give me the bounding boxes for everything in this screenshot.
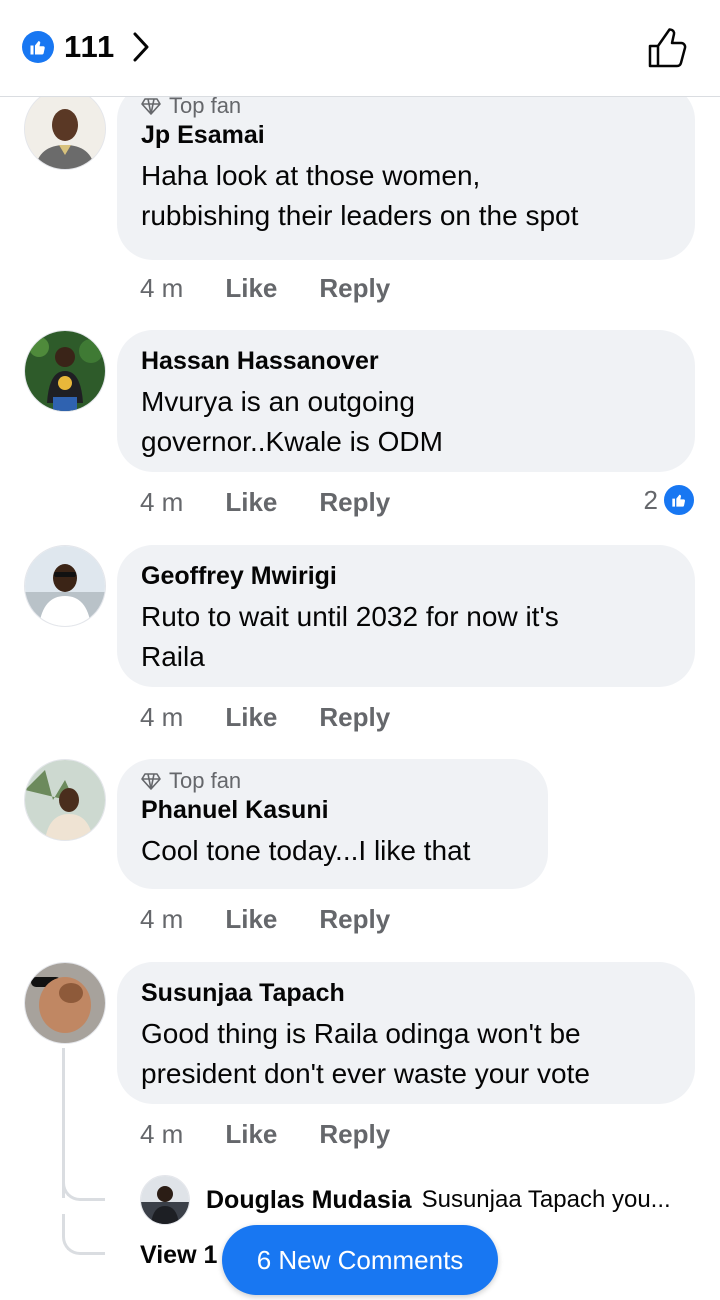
reply-author[interactable]: Douglas Mudasia <box>206 1186 412 1215</box>
comment-author[interactable]: Geoffrey Mwirigi <box>141 561 671 591</box>
avatar[interactable] <box>24 330 106 412</box>
comment-bubble[interactable]: Top fan Jp Esamai Haha look at those wom… <box>117 84 695 260</box>
view-more-replies[interactable]: View 1 <box>140 1241 217 1270</box>
avatar[interactable] <box>24 962 106 1044</box>
comment-text: Cool tone today...I like that <box>141 835 471 866</box>
reaction-count[interactable]: 2 <box>644 483 696 517</box>
comment-text: Ruto to wait until 2032 for now it's Rai… <box>141 601 559 672</box>
comment-actions: 4 m Like Reply <box>140 904 432 935</box>
reply-button[interactable]: Reply <box>319 904 390 935</box>
comment-bubble[interactable]: Geoffrey Mwirigi Ruto to wait until 2032… <box>117 545 695 687</box>
diamond-icon <box>141 98 161 115</box>
comment-actions: 4 m Like Reply <box>140 1119 432 1150</box>
diamond-icon <box>141 773 161 790</box>
reply-snippet: Susunjaa Tapach you... <box>421 1186 671 1213</box>
badge-label: Top fan <box>169 768 242 793</box>
avatar[interactable] <box>24 88 106 170</box>
avatar[interactable] <box>140 1175 190 1225</box>
chevron-right-icon[interactable] <box>131 31 151 63</box>
reply-button[interactable]: Reply <box>319 702 390 733</box>
top-fan-badge: Top fan <box>141 767 524 795</box>
like-icon <box>22 31 54 63</box>
comment-text: Mvurya is an outgoing governor..Kwale is… <box>141 386 443 457</box>
comment-text: Haha look at those women, rubbishing the… <box>141 160 579 231</box>
thread-connector <box>62 1160 105 1201</box>
new-comments-button[interactable]: 6 New Comments <box>222 1225 498 1295</box>
comment-time: 4 m <box>140 702 184 732</box>
comment-bubble[interactable]: Top fan Phanuel Kasuni Cool tone today..… <box>117 759 548 889</box>
comment-time: 4 m <box>140 904 184 934</box>
comment-bubble[interactable]: Susunjaa Tapach Good thing is Raila odin… <box>117 962 695 1104</box>
comment-author[interactable]: Hassan Hassanover <box>141 346 671 376</box>
reaction-number: 2 <box>643 484 658 515</box>
reaction-summary[interactable]: 111 <box>22 29 151 65</box>
comment-bubble[interactable]: Hassan Hassanover Mvurya is an outgoing … <box>117 330 695 472</box>
like-button[interactable]: Like <box>225 1119 277 1150</box>
comment-time: 4 m <box>140 273 184 303</box>
comment-actions: 4 m Like Reply <box>140 273 432 304</box>
avatar[interactable] <box>24 759 106 841</box>
like-count: 111 <box>64 29 116 64</box>
comment-actions: 4 m Like Reply <box>140 702 432 733</box>
reply-button[interactable]: Reply <box>319 273 390 304</box>
comment-time: 4 m <box>140 1119 184 1149</box>
avatar[interactable] <box>24 545 106 627</box>
like-button[interactable]: Like <box>225 702 277 733</box>
like-button[interactable]: Like <box>225 487 277 518</box>
comment-author[interactable]: Phanuel Kasuni <box>141 795 524 825</box>
comment-author[interactable]: Jp Esamai <box>141 120 671 150</box>
thread-connector <box>62 1214 105 1255</box>
reply-button[interactable]: Reply <box>319 487 390 518</box>
comment-time: 4 m <box>140 487 184 517</box>
thumbs-up-outline-icon[interactable] <box>646 26 690 70</box>
like-button[interactable]: Like <box>225 273 277 304</box>
reply-preview[interactable]: Douglas Mudasia Susunjaa Tapach you... <box>140 1175 671 1225</box>
comment-actions: 4 m Like Reply <box>140 487 432 518</box>
comments-header: 111 <box>0 0 720 97</box>
comment-text: Good thing is Raila odinga won't be pres… <box>141 1018 590 1089</box>
like-icon <box>662 483 696 517</box>
reply-button[interactable]: Reply <box>319 1119 390 1150</box>
comment-author[interactable]: Susunjaa Tapach <box>141 978 671 1008</box>
new-comments-label: 6 New Comments <box>256 1244 464 1275</box>
like-button[interactable]: Like <box>225 904 277 935</box>
